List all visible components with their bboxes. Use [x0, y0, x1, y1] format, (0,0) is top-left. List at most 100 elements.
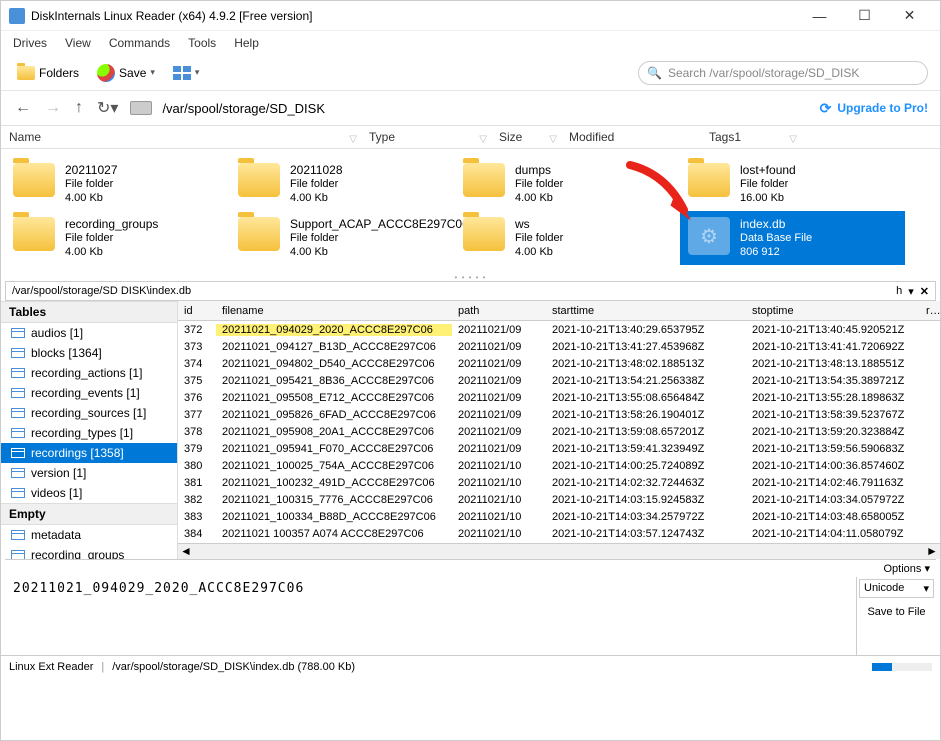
- table-row[interactable]: 38220211021_100315_7776_ACCC8E297C062021…: [178, 491, 940, 508]
- menu-help[interactable]: Help: [234, 36, 259, 50]
- history-button[interactable]: ↻▾: [95, 98, 120, 118]
- col-stoptime[interactable]: stoptime: [746, 305, 920, 317]
- file-item-folder[interactable]: 20211028File folder4.00 Kb: [230, 157, 455, 211]
- chevron-down-icon[interactable]: ▾: [908, 285, 914, 298]
- encoding-select[interactable]: Unicode▾: [859, 579, 934, 598]
- table-row[interactable]: 37820211021_095908_20A1_ACCC8E297C062021…: [178, 423, 940, 440]
- current-path[interactable]: /var/spool/storage/SD_DISK: [162, 101, 325, 116]
- cell-stop: 2021-10-21T13:59:20.323884Z: [746, 426, 920, 438]
- sidebar-item[interactable]: recording_sources [1]: [1, 403, 177, 423]
- menu-tools[interactable]: Tools: [188, 36, 216, 50]
- save-to-file-button[interactable]: Save to File: [857, 600, 936, 624]
- col-size[interactable]: Size▽: [491, 130, 561, 144]
- table-row[interactable]: 37420211021_094802_D540_ACCC8E297C062021…: [178, 355, 940, 372]
- cell-stop: 2021-10-21T13:54:35.389721Z: [746, 375, 920, 387]
- col-modified[interactable]: Modified: [561, 130, 701, 144]
- table-row[interactable]: 37620211021_095508_E712_ACCC8E297C062021…: [178, 389, 940, 406]
- table-row[interactable]: 38420211021 100357 A074 ACCC8E297C062021…: [178, 525, 940, 542]
- close-button[interactable]: ✕: [887, 2, 932, 30]
- file-item-folder[interactable]: Support_ACAP_ACCC8E297C06File folder4.00…: [230, 211, 455, 265]
- minimize-button[interactable]: —: [797, 2, 842, 30]
- col-filename[interactable]: filename: [216, 305, 452, 317]
- file-item-folder[interactable]: wsFile folder4.00 Kb: [455, 211, 680, 265]
- forward-button[interactable]: →: [43, 99, 63, 117]
- toolbar: Folders Save ▾ ▾ 🔍 Search /var/spool/sto…: [1, 55, 940, 91]
- up-button[interactable]: ↑: [73, 99, 85, 117]
- options-button[interactable]: Options ▾: [5, 560, 936, 577]
- folder-icon: [463, 163, 505, 197]
- scroll-left-icon[interactable]: ◄: [178, 544, 194, 560]
- table-row[interactable]: 37520211021_095421_8B36_ACCC8E297C06 2021…: [178, 372, 940, 389]
- filter-icon[interactable]: ▽: [549, 134, 557, 145]
- sidebar-item[interactable]: audios [1]: [1, 323, 177, 343]
- sidebar-item[interactable]: recording_types [1]: [1, 423, 177, 443]
- col-re[interactable]: re: [920, 305, 940, 317]
- horizontal-scrollbar[interactable]: ◄ ►: [178, 543, 940, 559]
- table-row[interactable]: 38120211021_100232_491D_ACCC8E297C062021…: [178, 474, 940, 491]
- col-type[interactable]: Type▽: [361, 130, 491, 144]
- refresh-icon: ⟳: [820, 100, 832, 117]
- sidebar-item[interactable]: recordings [1358]: [1, 443, 177, 463]
- menu-drives[interactable]: Drives: [13, 36, 47, 50]
- cell-id: 378: [178, 426, 216, 438]
- sidebar-item[interactable]: recording_groups: [1, 545, 177, 559]
- table-row[interactable]: 37220211021_094029_2020_ACCC8E297C062021…: [178, 321, 940, 338]
- col-path[interactable]: path: [452, 305, 546, 317]
- view-mode-button[interactable]: ▾: [169, 64, 204, 82]
- table-row[interactable]: 38020211021_100025_754A_ACCC8E297C062021…: [178, 457, 940, 474]
- cell-st: 2021-10-21T14:03:15.924583Z: [546, 494, 746, 506]
- file-name: ws: [515, 217, 563, 231]
- sidebar-item[interactable]: videos [1]: [1, 483, 177, 503]
- status-bar: Linux Ext Reader | /var/spool/storage/SD…: [1, 655, 940, 677]
- col-name[interactable]: Name▽: [1, 130, 361, 144]
- save-button[interactable]: Save ▾: [93, 62, 159, 84]
- filter-icon[interactable]: ▽: [479, 134, 487, 145]
- file-type: File folder: [740, 177, 796, 191]
- col-tags[interactable]: Tags1▽: [701, 130, 801, 144]
- menu-commands[interactable]: Commands: [109, 36, 170, 50]
- menu-bar: Drives View Commands Tools Help: [1, 31, 940, 55]
- filter-icon[interactable]: ▽: [789, 134, 797, 145]
- folder-icon: [13, 163, 55, 197]
- sidebar-item[interactable]: blocks [1364]: [1, 343, 177, 363]
- table-row[interactable]: 37920211021_095941_F070_ACCC8E297C062021…: [178, 440, 940, 457]
- file-item-db[interactable]: index.dbData Base File806 912: [680, 211, 905, 265]
- file-item-folder[interactable]: lost+foundFile folder16.00 Kb: [680, 157, 905, 211]
- sidebar-item[interactable]: version [1]: [1, 463, 177, 483]
- chevron-down-icon: ▾: [923, 582, 929, 595]
- sidebar-item[interactable]: recording_events [1]: [1, 383, 177, 403]
- search-input[interactable]: 🔍 Search /var/spool/storage/SD_DISK: [638, 61, 928, 85]
- table-row[interactable]: 37720211021_095826_6FAD_ACCC8E297C062021…: [178, 406, 940, 423]
- file-grid[interactable]: 20211027File folder4.00 Kb20211028File f…: [1, 149, 940, 273]
- back-button[interactable]: ←: [13, 99, 33, 117]
- cell-stop: 2021-10-21T13:40:45.920521Z: [746, 324, 920, 336]
- cell-fn: 20211021_095421_8B36_ACCC8E297C06: [216, 375, 452, 387]
- table-row[interactable]: 37320211021_094127_B13D_ACCC8E297C062021…: [178, 338, 940, 355]
- table-row[interactable]: 38320211021_100334_B88D_ACCC8E297C062021…: [178, 508, 940, 525]
- maximize-button[interactable]: ☐: [842, 2, 887, 30]
- filter-icon[interactable]: ▽: [349, 134, 357, 145]
- cell-path: 20211021/09: [452, 443, 546, 455]
- col-starttime[interactable]: starttime: [546, 305, 746, 317]
- splitter-handle[interactable]: • • • • •: [1, 273, 940, 281]
- cell-fn: 20211021_095941_F070_ACCC8E297C06: [216, 443, 452, 455]
- file-item-folder[interactable]: 20211027File folder4.00 Kb: [5, 157, 230, 211]
- cell-st: 2021-10-21T13:48:02.188513Z: [546, 358, 746, 370]
- upgrade-link[interactable]: ⟳ Upgrade to Pro!: [820, 100, 928, 117]
- menu-view[interactable]: View: [65, 36, 91, 50]
- chevron-down-icon: ▾: [195, 67, 200, 78]
- close-panel-button[interactable]: ✕: [920, 285, 929, 298]
- cell-id: 372: [178, 324, 216, 336]
- sidebar-group-header: Tables: [1, 301, 177, 323]
- file-item-folder[interactable]: dumpsFile folder4.00 Kb: [455, 157, 680, 211]
- folders-button[interactable]: Folders: [13, 64, 83, 82]
- col-id[interactable]: id: [178, 305, 216, 317]
- scroll-right-icon[interactable]: ►: [924, 544, 940, 560]
- file-item-folder[interactable]: recording_groupsFile folder4.00 Kb: [5, 211, 230, 265]
- grid-body[interactable]: 37220211021_094029_2020_ACCC8E297C062021…: [178, 321, 940, 543]
- cell-id: 375: [178, 375, 216, 387]
- sidebar-item[interactable]: metadata: [1, 525, 177, 545]
- cell-stop: 2021-10-21T13:41:41.720692Z: [746, 341, 920, 353]
- sidebar-group-header: Empty: [1, 503, 177, 525]
- sidebar-item[interactable]: recording_actions [1]: [1, 363, 177, 383]
